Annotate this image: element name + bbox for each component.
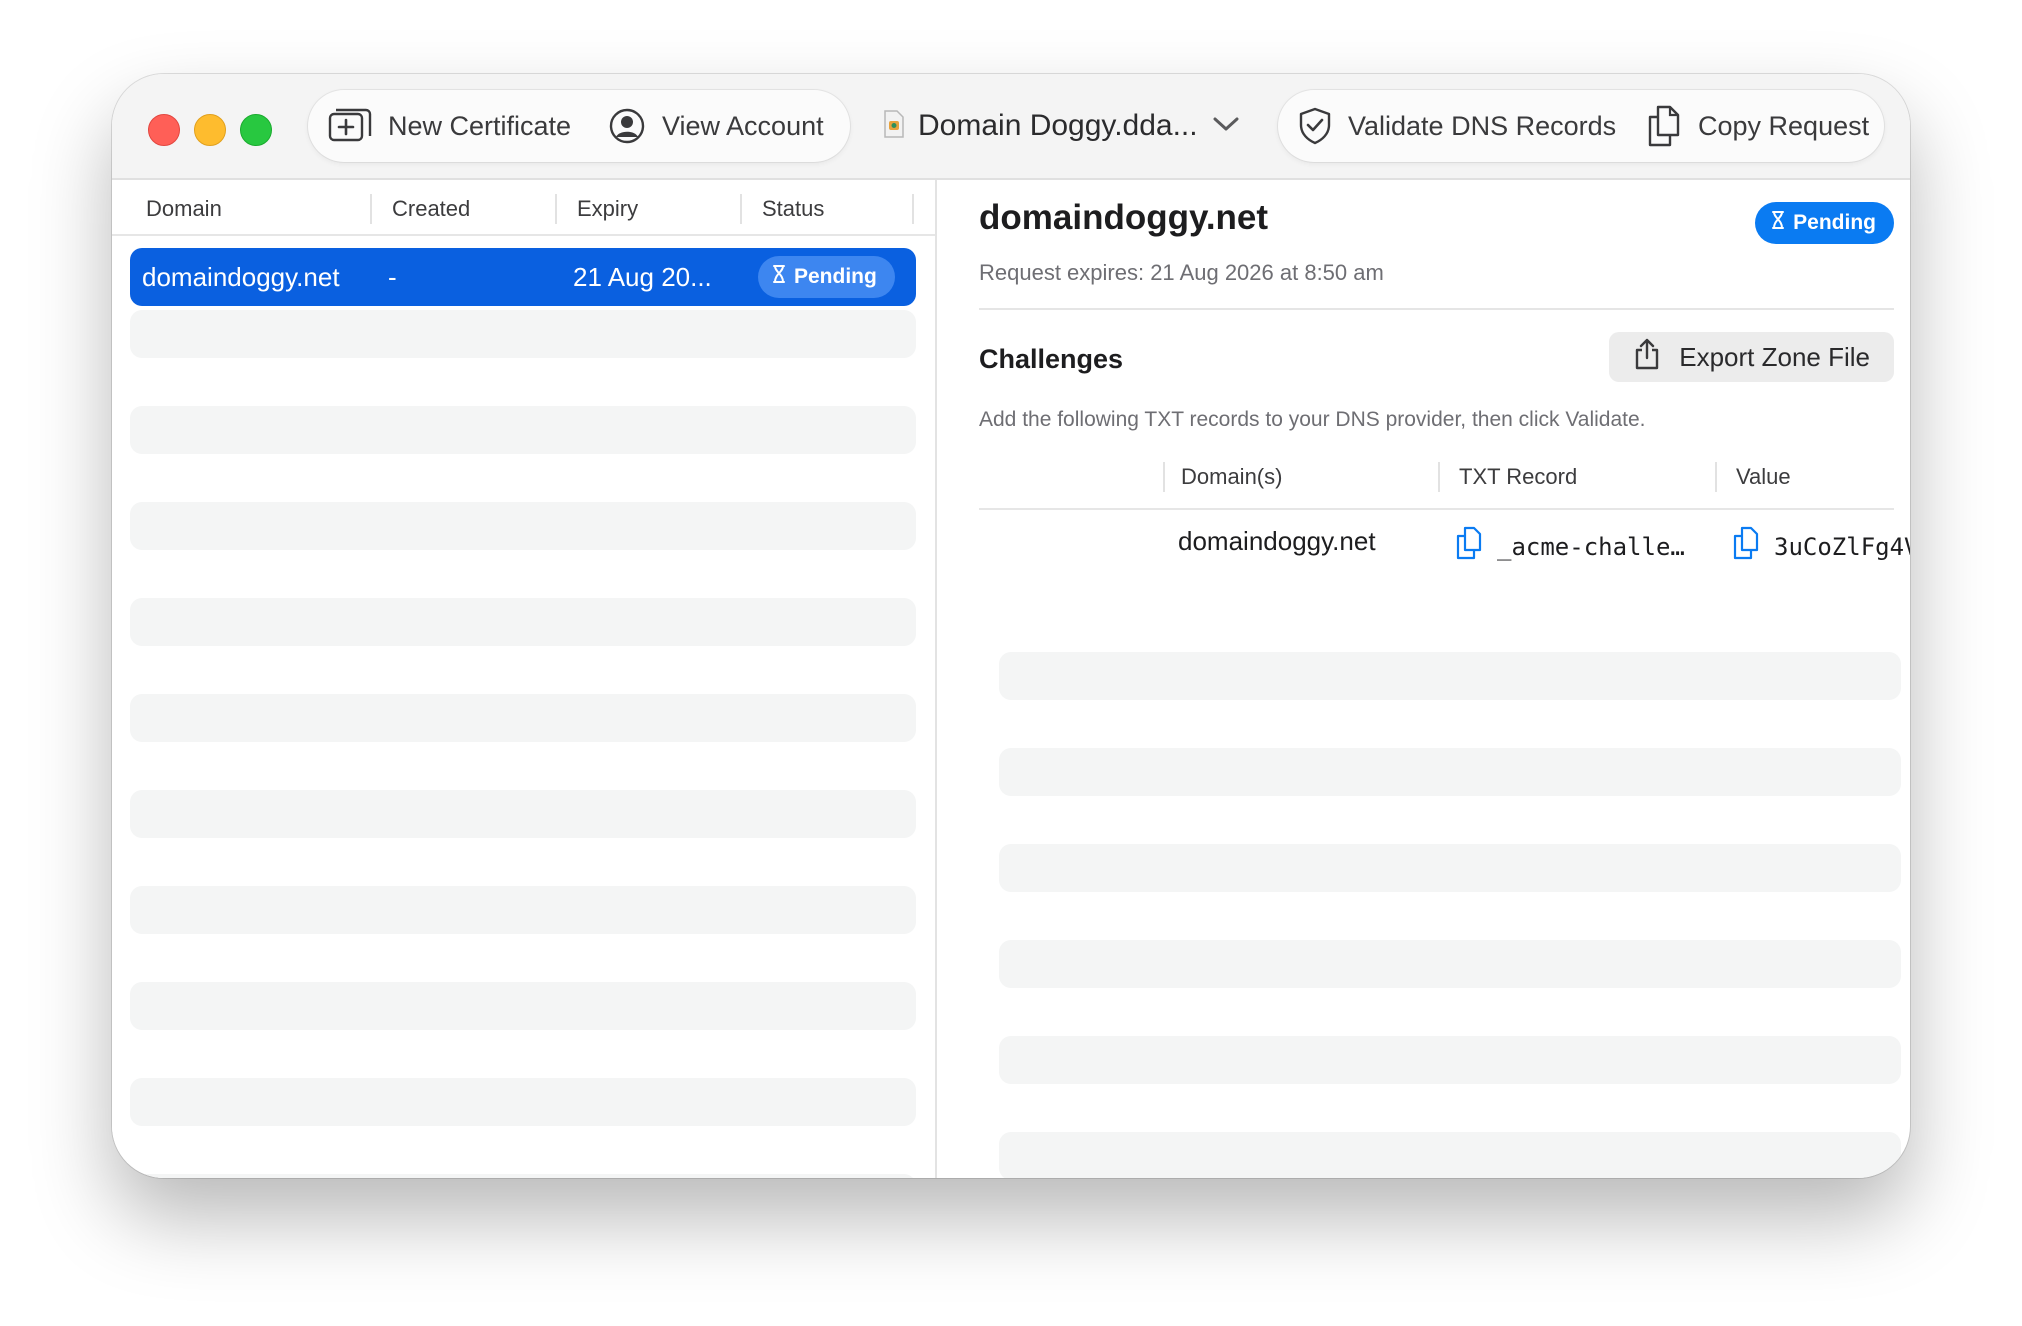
toolbar: New Certificate View Account Domain Dogg… (112, 74, 1910, 180)
copy-request-button[interactable]: Copy Request (1646, 90, 1869, 162)
detail-status-badge: Pending (1755, 202, 1894, 244)
column-domain[interactable]: Domain (146, 196, 222, 222)
close-button[interactable] (148, 114, 180, 146)
export-zone-file-button[interactable]: Export Zone File (1609, 332, 1894, 382)
document-title: Domain Doggy.dda... (918, 109, 1198, 142)
row-domain: domaindoggy.net (142, 262, 340, 292)
validate-dns-records-button[interactable]: Validate DNS Records (1298, 90, 1616, 162)
certificate-detail: domaindoggy.net Pending Request expires:… (937, 180, 1910, 1178)
empty-row (130, 406, 916, 454)
value-cell: 3uCoZlFg4VxN… (1732, 526, 1910, 567)
status-badge-label: Pending (794, 265, 877, 288)
column-txt-record[interactable]: TXT Record (1459, 464, 1577, 490)
empty-row (130, 502, 916, 550)
empty-row (130, 1078, 916, 1126)
column-status[interactable]: Status (762, 196, 824, 222)
view-account-label: View Account (662, 110, 824, 141)
toolbar-group-left: New Certificate View Account (308, 90, 850, 162)
table-header-line (979, 508, 1894, 510)
new-certificate-button[interactable]: New Certificate (328, 90, 571, 162)
empty-row (999, 940, 1901, 988)
column-expiry[interactable]: Expiry (577, 196, 638, 222)
challenges-heading: Challenges (979, 344, 1124, 374)
view-account-button[interactable]: View Account (608, 90, 824, 162)
empty-row (130, 982, 916, 1030)
column-separator[interactable] (740, 194, 742, 224)
empty-row (130, 310, 916, 358)
column-separator[interactable] (555, 194, 557, 224)
challenge-value: 3uCoZlFg4VxN… (1774, 532, 1910, 561)
certificate-list: Domain Created Expiry Status domaindoggy… (112, 180, 937, 1178)
column-domains[interactable]: Domain(s) (1181, 464, 1282, 490)
column-separator[interactable] (370, 194, 372, 224)
toolbar-group-right: Validate DNS Records Copy Request (1278, 90, 1884, 162)
empty-row (130, 694, 916, 742)
hourglass-icon (772, 264, 786, 290)
table-row[interactable]: domaindoggy.net - 21 Aug 20... Pending (130, 248, 916, 306)
instructions-text: Add the following TXT records to your DN… (979, 408, 1646, 431)
copy-icon[interactable] (1455, 526, 1483, 567)
request-expires: Request expires: 21 Aug 2026 at 8:50 am (979, 260, 1384, 285)
validate-dns-records-label: Validate DNS Records (1348, 110, 1617, 141)
challenge-domain: domaindoggy.net (1178, 526, 1376, 556)
empty-row (999, 1132, 1901, 1178)
export-zone-file-label: Export Zone File (1679, 341, 1870, 372)
copy-request-label: Copy Request (1698, 110, 1870, 141)
txt-record-value: _acme-challe… (1497, 532, 1685, 561)
empty-row (999, 748, 1901, 796)
txt-record-cell: _acme-challe… (1455, 526, 1685, 567)
copy-icon (1646, 105, 1682, 147)
column-separator[interactable] (912, 194, 914, 224)
app-window: New Certificate View Account Domain Dogg… (112, 74, 1910, 1178)
account-icon (608, 107, 646, 145)
hourglass-icon (1771, 210, 1785, 236)
detail-status-label: Pending (1793, 211, 1876, 234)
empty-row (130, 1174, 916, 1178)
divider (979, 308, 1894, 310)
share-icon (1633, 338, 1661, 377)
empty-row (130, 886, 916, 934)
chevron-down-icon (1212, 114, 1240, 139)
empty-row (130, 598, 916, 646)
empty-row (999, 1036, 1901, 1084)
column-separator[interactable] (1438, 462, 1440, 492)
status-badge: Pending (758, 256, 895, 298)
column-value[interactable]: Value (1736, 464, 1791, 490)
column-created[interactable]: Created (392, 196, 470, 222)
new-certificate-icon (328, 108, 372, 144)
shield-check-icon (1298, 107, 1332, 145)
list-column-header: Domain Created Expiry Status (112, 180, 935, 236)
empty-row (130, 790, 916, 838)
row-expiry: 21 Aug 20... (573, 262, 712, 292)
copy-icon[interactable] (1732, 526, 1760, 567)
empty-row (999, 844, 1901, 892)
detail-title: domaindoggy.net (979, 198, 1269, 237)
minimize-button[interactable] (194, 114, 226, 146)
column-separator[interactable] (1163, 462, 1165, 492)
row-created: - (388, 262, 397, 292)
new-certificate-label: New Certificate (388, 110, 572, 141)
column-separator[interactable] (1715, 462, 1717, 492)
zoom-button[interactable] (240, 114, 272, 146)
empty-row (999, 652, 1901, 700)
document-icon (882, 109, 906, 144)
document-menu[interactable]: Domain Doggy.dda... (882, 90, 1240, 162)
